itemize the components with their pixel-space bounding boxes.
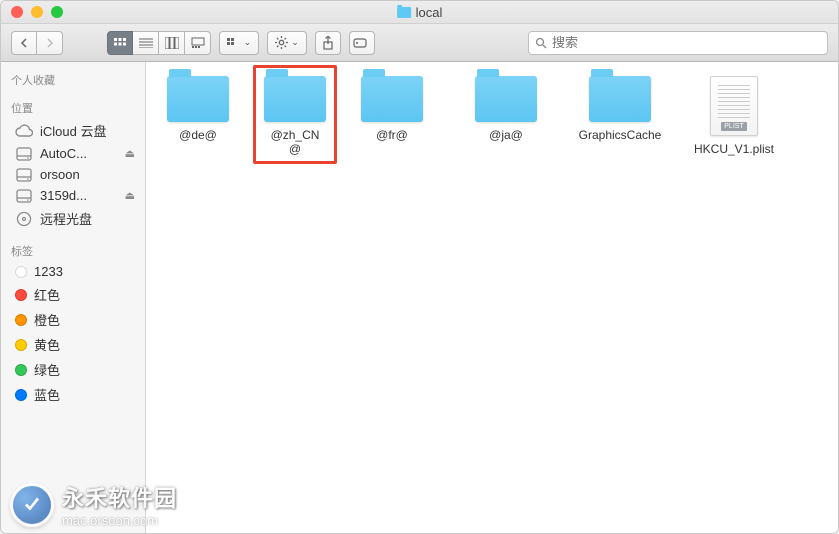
tag-label: 绿色 (34, 360, 60, 379)
item-label: HKCU_V1.plist (694, 142, 774, 156)
sidebar-tag[interactable]: 红色 (1, 282, 145, 307)
sidebar-item[interactable]: iCloud 云盘 (1, 118, 145, 143)
window-title: local (397, 5, 443, 20)
sidebar-tag[interactable]: 绿色 (1, 357, 145, 382)
sidebar: 个人收藏 位置 iCloud 云盘 AutoC... ⏏ orsoon 3159d...… (1, 62, 146, 533)
cloud-icon (15, 124, 33, 138)
sidebar-item-label: 3159d... (40, 188, 87, 203)
item-label: @zh_CN@ (270, 128, 320, 157)
tag-dot (15, 364, 27, 376)
sidebar-item-label: 远程光盘 (40, 209, 92, 228)
locations-heading: 位置 (1, 96, 145, 118)
file-badge: PLIST (721, 122, 746, 131)
sidebar-item[interactable]: 远程光盘 (1, 206, 145, 231)
file-item[interactable]: PLIST HKCU_V1.plist (692, 76, 776, 157)
sidebar-item-label: iCloud 云盘 (40, 121, 106, 140)
drive-icon (15, 168, 33, 182)
eject-icon[interactable]: ⏏ (125, 147, 135, 160)
item-label: @de@ (179, 128, 217, 142)
item-label: @fr@ (376, 128, 408, 142)
sidebar-item[interactable]: AutoC... ⏏ (1, 143, 145, 164)
eject-icon[interactable]: ⏏ (125, 189, 135, 202)
sidebar-item[interactable]: orsoon (1, 164, 145, 185)
drive-icon (15, 189, 33, 203)
item-label: GraphicsCache (579, 128, 662, 142)
close-button[interactable] (11, 6, 23, 18)
tag-dot (15, 266, 27, 278)
tag-label: 橙色 (34, 310, 60, 329)
folder-item[interactable]: GraphicsCache (578, 76, 662, 157)
sidebar-item-label: AutoC... (40, 146, 87, 161)
folder-icon (475, 76, 537, 122)
maximize-button[interactable] (51, 6, 63, 18)
sidebar-tag[interactable]: 橙色 (1, 307, 145, 332)
folder-item[interactable]: @zh_CN@ (253, 65, 337, 164)
tag-dot (15, 314, 27, 326)
sidebar-item[interactable]: 3159d... ⏏ (1, 185, 145, 206)
title-text: local (416, 5, 443, 20)
folder-item[interactable]: @de@ (156, 76, 240, 157)
content-area[interactable]: @de@ @zh_CN@ @fr@ @ja@ GraphicsCache PLIST HKC… (146, 62, 838, 533)
item-label: @ja@ (489, 128, 523, 142)
forward-button[interactable] (37, 31, 63, 55)
back-button[interactable] (11, 31, 37, 55)
navigation-buttons (11, 31, 63, 55)
disc-icon (15, 212, 33, 226)
gallery-view-button[interactable] (185, 31, 211, 55)
search-icon (535, 37, 547, 49)
sidebar-tag[interactable]: 1233 (1, 261, 145, 282)
folder-icon (167, 76, 229, 122)
sidebar-tag[interactable]: 蓝色 (1, 382, 145, 407)
tag-dot (15, 389, 27, 401)
action-button[interactable]: ⌄ (267, 31, 307, 55)
search-input[interactable] (552, 35, 821, 50)
drive-icon (15, 147, 33, 161)
folder-icon (397, 7, 411, 18)
toolbar: ⌄ ⌄ (1, 24, 838, 62)
tag-label: 蓝色 (34, 385, 60, 404)
list-view-button[interactable] (133, 31, 159, 55)
share-button[interactable] (315, 31, 341, 55)
view-buttons (107, 31, 211, 55)
folder-icon (589, 76, 651, 122)
tag-label: 1233 (34, 264, 63, 279)
sidebar-item-label: orsoon (40, 167, 80, 182)
folder-icon (264, 76, 326, 122)
minimize-button[interactable] (31, 6, 43, 18)
plist-icon: PLIST (710, 76, 758, 136)
sidebar-tag[interactable]: 黄色 (1, 332, 145, 357)
body: 个人收藏 位置 iCloud 云盘 AutoC... ⏏ orsoon 3159d...… (1, 62, 838, 533)
search-field[interactable] (528, 31, 828, 55)
group-button[interactable]: ⌄ (219, 31, 259, 55)
titlebar: local (1, 1, 838, 24)
tag-label: 黄色 (34, 335, 60, 354)
column-view-button[interactable] (159, 31, 185, 55)
folder-item[interactable]: @fr@ (350, 76, 434, 157)
tag-dot (15, 289, 27, 301)
tag-dot (15, 339, 27, 351)
icon-view-button[interactable] (107, 31, 133, 55)
folder-icon (361, 76, 423, 122)
folder-item[interactable]: @ja@ (464, 76, 548, 157)
favorites-heading: 个人收藏 (1, 68, 145, 90)
traffic-lights (1, 6, 63, 18)
items-grid: @de@ @zh_CN@ @fr@ @ja@ GraphicsCache PLIST HKC… (156, 76, 828, 157)
tag-label: 红色 (34, 285, 60, 304)
tags-button[interactable] (349, 31, 375, 55)
tags-heading: 标签 (1, 239, 145, 261)
finder-window: local ⌄ ⌄ (0, 0, 839, 534)
